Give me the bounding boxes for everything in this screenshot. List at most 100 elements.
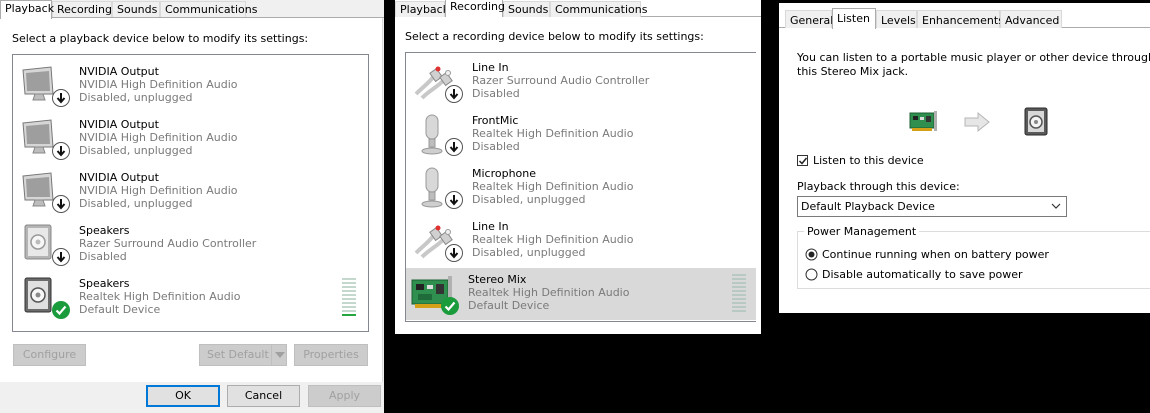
level-meter-segment [732,282,746,284]
tab-communications[interactable]: Communications [550,1,647,17]
device-driver: Razer Surround Audio Controller [472,74,650,87]
tab-levels[interactable]: Levels [876,10,917,28]
tab-recording[interactable]: Recording [445,0,505,17]
radio-selected[interactable] [805,248,818,261]
device-name: Speakers [79,224,130,237]
device-name: FrontMic [472,114,519,127]
level-meter-segment [342,298,356,300]
cancel-button[interactable]: Cancel [227,385,300,407]
playback-tab-strip: Playback Recording Sounds Communications [0,0,384,19]
speaker-icon [1024,107,1048,136]
level-meter-segment [732,278,746,280]
tab-sounds[interactable]: Sounds [503,1,550,17]
listen-description-line2: this Stereo Mix jack. [797,65,909,78]
disabled-arrow-icon [444,243,464,263]
chevron-down-icon[interactable] [1051,202,1061,210]
level-meter-segment [342,310,356,312]
playback-device-row[interactable]: Speakers Razer Surround Audio Controller D… [17,219,364,271]
properties-button[interactable]: Properties [294,344,368,366]
listen-label: Listen to this device [813,154,924,167]
device-name: Microphone [472,167,537,180]
tab-general[interactable]: General [785,10,833,28]
recording-device-row[interactable]: Line In Razer Surround Audio Controller Di… [410,56,752,108]
device-driver: NVIDIA High Definition Audio [79,78,238,91]
chevron-down-icon[interactable] [275,352,285,358]
device-name: Stereo Mix [468,273,527,286]
power-management-label: Power Management [804,225,920,238]
playback-device-row[interactable]: NVIDIA Output NVIDIA High Definition Audi… [17,166,364,218]
disabled-arrow-icon [444,137,464,157]
device-driver: Realtek High Definition Audio [79,290,241,303]
recording-device-row[interactable]: Stereo Mix Realtek High Definition Audio D… [406,268,756,320]
device-name: Line In [472,220,509,233]
playback-device-row[interactable]: Speakers Realtek High Definition Audio Def… [17,272,364,324]
device-name: NVIDIA Output [79,118,159,131]
level-meter-segment [342,282,356,284]
tab-communications[interactable]: Communications [160,1,257,17]
set-default-button[interactable]: Set Default [199,344,287,366]
level-meter-segment [342,306,356,308]
apply-button[interactable]: Apply [308,385,381,407]
level-meter-segment [342,290,356,292]
disabled-arrow-icon [444,190,464,210]
device-driver: NVIDIA High Definition Audio [79,184,238,197]
recording-device-row[interactable]: Microphone Realtek High Definition Audio D… [410,162,752,214]
device-driver: Realtek High Definition Audio [472,233,634,246]
tab-sounds[interactable]: Sounds [112,1,160,17]
playback-panel: Playback Recording Sounds Communications… [0,0,384,413]
device-status: Disabled [79,250,127,263]
device-status: Disabled, unplugged [472,246,586,259]
recording-panel: Playback Recording Sounds Communications… [395,0,761,334]
tab-advanced[interactable]: Advanced [1000,10,1062,28]
device-status: Default Device [79,303,161,316]
recording-instruction: Select a recording device below to modif… [405,30,704,43]
device-name: Line In [472,61,509,74]
playback-device-row[interactable]: NVIDIA Output NVIDIA High Definition Audi… [17,60,364,112]
device-status: Disabled, unplugged [79,91,193,104]
configure-button[interactable]: Configure [13,344,86,366]
playback-through-label: Playback through this device: [797,180,960,193]
level-meter-segment [732,306,746,308]
tab-recording[interactable]: Recording [52,1,112,17]
checkmark-icon [798,157,808,165]
device-status: Disabled, unplugged [79,197,193,210]
recording-device-row[interactable]: FrontMic Realtek High Definition Audio Dis… [410,109,752,161]
recording-device-row[interactable]: Line In Realtek High Definition Audio Disa… [410,215,752,267]
disabled-arrow-icon [444,84,464,104]
tab-playback[interactable]: Playback [395,1,449,17]
device-status: Disabled, unplugged [79,144,193,157]
level-meter [342,278,356,316]
device-driver: Razer Surround Audio Controller [79,237,257,250]
properties-tab-strip: General Listen Levels Enhancements Advan… [779,6,1150,29]
disabled-arrow-icon [51,194,71,214]
ok-button[interactable]: OK [146,385,220,407]
device-name: NVIDIA Output [79,171,159,184]
device-driver: Realtek High Definition Audio [472,180,634,193]
device-status: Disabled [472,140,520,153]
tab-enhancements[interactable]: Enhancements [917,10,1004,28]
tab-playback[interactable]: Playback [0,0,54,19]
device-status: Default Device [468,299,550,312]
recording-tab-strip: Playback Recording Sounds Communications [395,0,761,17]
default-check-icon [51,300,71,320]
level-meter [732,274,746,312]
power-option-continue-label: Continue running when on battery power [822,248,1049,261]
device-driver: Realtek High Definition Audio [472,127,634,140]
playback-device-row[interactable]: NVIDIA Output NVIDIA High Definition Audi… [17,113,364,165]
device-name: Speakers [79,277,130,290]
listen-description: You can listen to a portable music playe… [797,51,1150,78]
level-meter-segment [342,314,356,316]
recording-device-list[interactable]: Line In Razer Surround Audio Controller Di… [405,52,756,322]
stereo-mix-properties-panel: General Listen Levels Enhancements Advan… [779,3,1150,313]
level-meter-segment [732,274,746,276]
level-meter-segment [342,286,356,288]
radio-unselected[interactable] [805,268,818,281]
playback-device-select[interactable]: Default Playback Device [797,196,1067,217]
tab-listen[interactable]: Listen [832,8,876,29]
level-meter-segment [732,298,746,300]
playback-device-list[interactable]: NVIDIA Output NVIDIA High Definition Audi… [12,54,369,332]
set-default-label: Set Default [207,348,269,361]
device-status: Disabled [472,87,520,100]
level-meter-segment [732,290,746,292]
set-default-divider [271,345,272,365]
